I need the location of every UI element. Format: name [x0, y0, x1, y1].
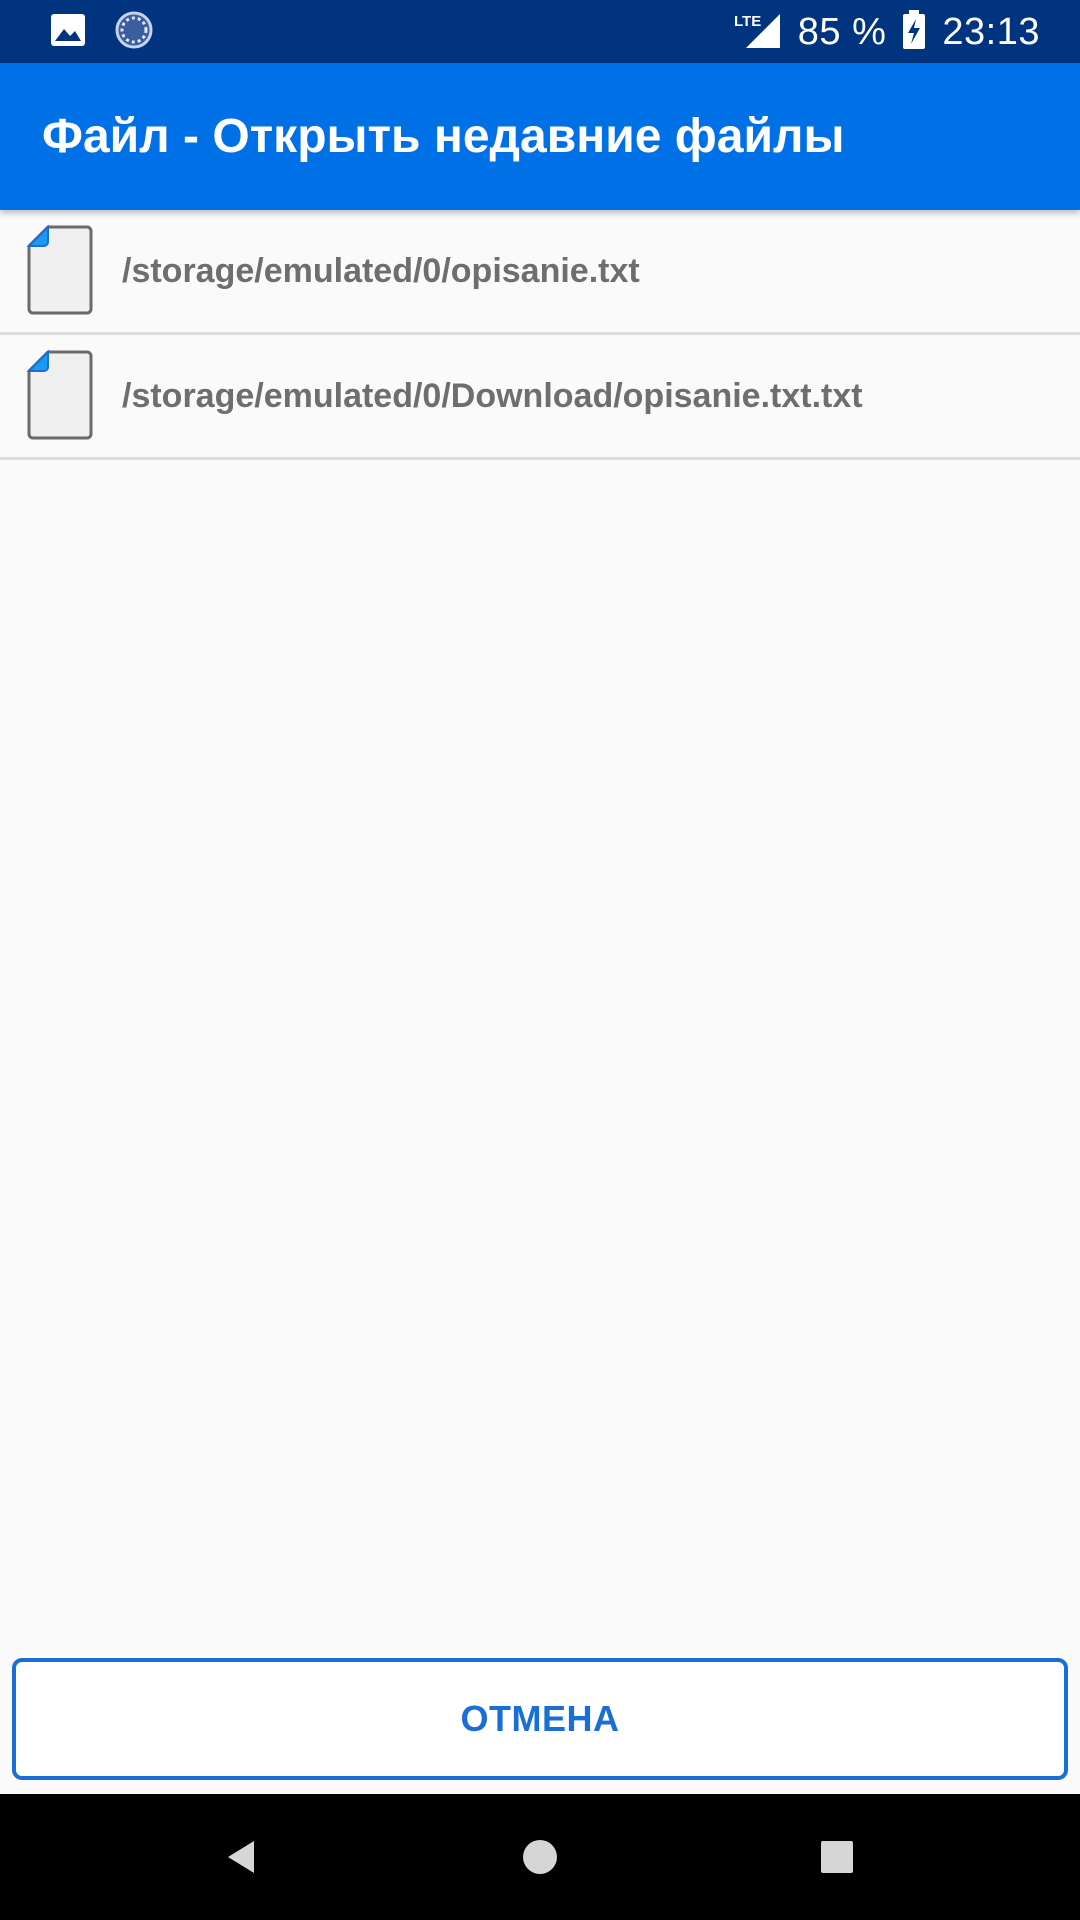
clock: 23:13: [942, 11, 1040, 53]
list-item[interactable]: /storage/emulated/0/opisanie.txt: [0, 210, 1080, 335]
page-title: Файл - Открыть недавние файлы: [42, 110, 845, 163]
back-icon[interactable]: [212, 1827, 272, 1887]
screen: LTE 85 % 23:13 Файл - Открыть недавние ф…: [0, 0, 1080, 1920]
file-icon: [26, 224, 94, 316]
status-system: LTE 85 % 23:13: [734, 8, 1040, 56]
file-path: /storage/emulated/0/Download/opisanie.tx…: [122, 377, 863, 415]
list-item[interactable]: /storage/emulated/0/Download/opisanie.tx…: [0, 335, 1080, 460]
battery-charging-icon: [902, 9, 926, 55]
file-icon: [26, 349, 94, 441]
app-bar: Файл - Открыть недавние файлы: [0, 63, 1080, 210]
image-icon: [50, 13, 86, 52]
cancel-button[interactable]: ОТМЕНА: [12, 1658, 1068, 1780]
battery-percent: 85 %: [797, 11, 887, 53]
recents-icon[interactable]: [807, 1827, 867, 1887]
signal-icon: LTE: [734, 10, 782, 55]
status-notifications: [50, 10, 154, 55]
recent-files-list: /storage/emulated/0/opisanie.txt /storag…: [0, 210, 1080, 460]
loading-icon: [114, 10, 154, 55]
file-path: /storage/emulated/0/opisanie.txt: [122, 252, 640, 290]
home-icon[interactable]: [510, 1827, 570, 1887]
status-bar: LTE 85 % 23:13: [0, 0, 1080, 63]
svg-text:LTE: LTE: [734, 13, 761, 30]
cancel-button-label: ОТМЕНА: [460, 1698, 620, 1739]
navigation-bar: [0, 1794, 1080, 1920]
